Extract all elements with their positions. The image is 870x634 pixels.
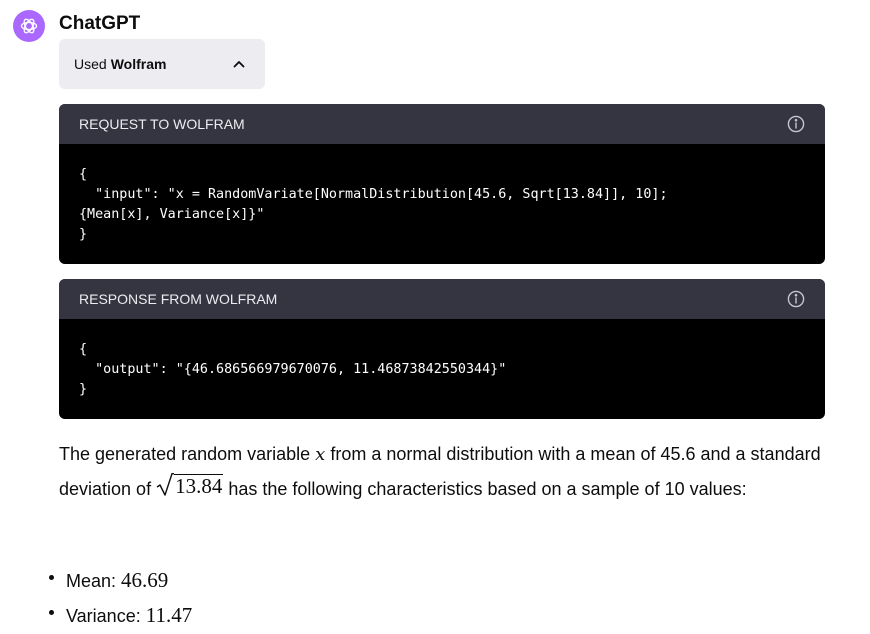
response-title: RESPONSE FROM WOLFRAM xyxy=(79,291,278,307)
tool-usage-toggle[interactable]: Used Wolfram xyxy=(59,39,265,89)
request-title: REQUEST TO WOLFRAM xyxy=(79,116,245,132)
response-header: RESPONSE FROM WOLFRAM xyxy=(59,279,825,319)
info-icon[interactable] xyxy=(787,290,805,308)
sqrt-radicand: 13.84 xyxy=(174,474,224,498)
radical-sign-icon xyxy=(156,473,175,496)
list-item-mean: Mean: 46.69 xyxy=(47,563,192,598)
bullet-icon xyxy=(49,610,54,615)
chevron-up-icon xyxy=(233,61,245,68)
request-code: { "input": "x = RandomVariate[NormalDist… xyxy=(79,167,668,242)
bullet-icon xyxy=(49,575,54,580)
stat-label: Variance: xyxy=(66,606,146,626)
stat-value: 46.69 xyxy=(121,568,169,592)
math-variable-x: x xyxy=(315,444,326,465)
tool-name: Wolfram xyxy=(110,56,167,72)
stat-label: Mean: xyxy=(66,571,122,591)
tool-usage-prefix: Used xyxy=(74,56,107,72)
answer-text-1: The generated random variable xyxy=(59,444,316,464)
answer-text-3: has the following characteristics based … xyxy=(223,479,747,499)
response-code: { "output": "{46.686566979670076, 11.468… xyxy=(79,342,507,397)
info-icon[interactable] xyxy=(787,115,805,133)
stats-list: Mean: 46.69 Variance: 11.47 xyxy=(47,563,192,633)
request-panel: REQUEST TO WOLFRAM { "input": "x = Rando… xyxy=(59,104,825,264)
sqrt-expression: 13.84 xyxy=(156,473,224,498)
response-panel: RESPONSE FROM WOLFRAM { "output": "{46.6… xyxy=(59,279,825,419)
request-header: REQUEST TO WOLFRAM xyxy=(59,104,825,144)
message-author: ChatGPT xyxy=(59,13,141,34)
openai-logo-icon xyxy=(20,18,38,34)
stat-value: 11.47 xyxy=(145,603,193,627)
list-item-variance: Variance: 11.47 xyxy=(47,598,192,633)
answer-paragraph: The generated random variable x from a n… xyxy=(59,437,834,507)
chatgpt-avatar xyxy=(13,10,45,42)
